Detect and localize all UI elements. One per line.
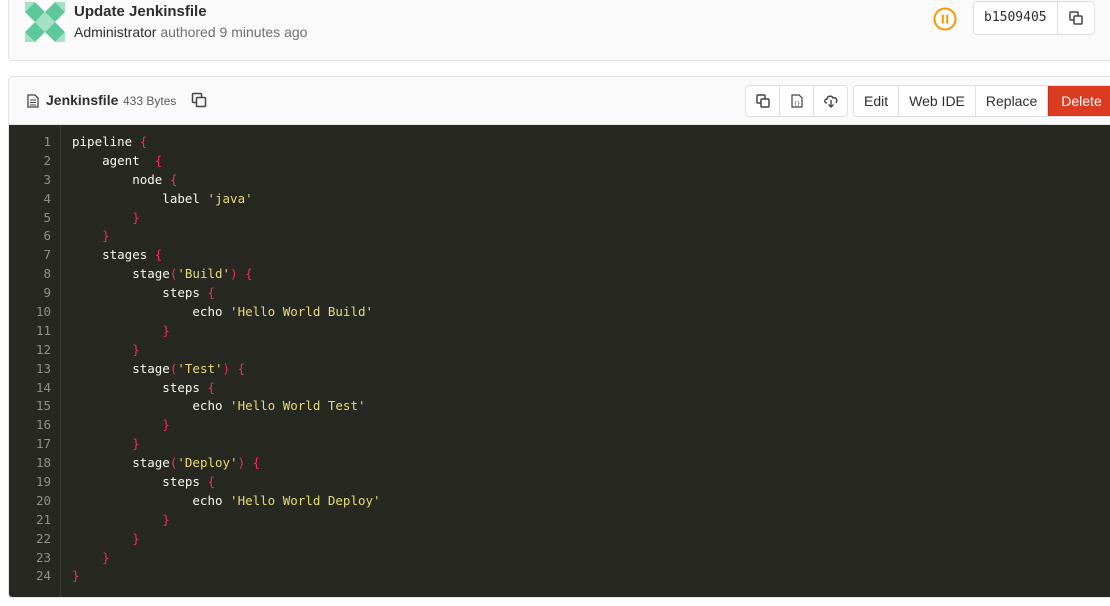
line-number[interactable]: 6 (9, 227, 60, 246)
code-line: } (132, 209, 140, 225)
code-line: steps { (72, 474, 215, 490)
code-line: stage('Test') { (72, 360, 246, 376)
line-number[interactable]: 20 (9, 492, 60, 511)
line-number[interactable]: 16 (9, 416, 60, 435)
open-raw-button[interactable]: {} (780, 86, 814, 116)
pipeline-paused-icon[interactable] (933, 7, 957, 31)
line-number[interactable]: 9 (9, 284, 60, 303)
file-icon-buttons: {} (745, 85, 848, 117)
line-number[interactable]: 11 (9, 322, 60, 341)
line-number[interactable]: 3 (9, 171, 60, 190)
line-number[interactable]: 7 (9, 246, 60, 265)
edit-button[interactable]: Edit (854, 86, 900, 116)
line-number[interactable]: 19 (9, 473, 60, 492)
copy-source-button[interactable] (746, 86, 780, 116)
avatar[interactable] (25, 2, 65, 42)
code-line: } (132, 341, 140, 357)
web-ide-button[interactable]: Web IDE (899, 86, 976, 116)
code-line: } (162, 511, 170, 527)
copy-sha-button[interactable] (1058, 2, 1094, 34)
code-line: echo 'Hello World Test' (72, 398, 366, 414)
line-number[interactable]: 1 (9, 133, 60, 152)
line-number[interactable]: 4 (9, 190, 60, 209)
line-number[interactable]: 10 (9, 303, 60, 322)
code-content[interactable]: pipeline { agent { node { label 'java' }… (61, 125, 381, 597)
code-line: } (132, 436, 140, 452)
commit-title[interactable]: Update Jenkinsfile (74, 3, 207, 20)
copy-file-path-icon[interactable] (191, 92, 207, 108)
code-line: stage('Build') { (72, 266, 253, 282)
line-number[interactable]: 17 (9, 435, 60, 454)
line-number[interactable]: 12 (9, 341, 60, 360)
code-line: node { (72, 171, 178, 187)
download-icon (823, 95, 837, 108)
code-line: } (162, 322, 170, 338)
copy-icon (1068, 11, 1083, 25)
line-number[interactable]: 15 (9, 397, 60, 416)
line-number[interactable]: 18 (9, 454, 60, 473)
commit-sha-group: b1509405 (973, 1, 1095, 35)
line-number[interactable]: 24 (9, 567, 60, 586)
commit-info-bar: Update Jenkinsfile Administrator authore… (8, 0, 1110, 61)
file-text-icon (27, 94, 39, 108)
code-line: steps { (72, 379, 215, 395)
commit-sha[interactable]: b1509405 (974, 2, 1058, 34)
code-line: } (102, 228, 110, 244)
line-number[interactable]: 13 (9, 360, 60, 379)
file-size: 433 Bytes (123, 94, 177, 108)
copy-source-icon (755, 94, 770, 108)
code-line: stage('Deploy') { (72, 455, 261, 471)
code-line: label 'java' (72, 190, 253, 206)
code-line: echo 'Hello World Deploy' (72, 492, 381, 508)
file-header: Jenkinsfile 433 Bytes {} Edit Web IDE Re… (9, 77, 1110, 125)
code-line: } (72, 568, 80, 584)
commit-meta: Administrator authored 9 minutes ago (74, 24, 307, 40)
line-number[interactable]: 22 (9, 530, 60, 549)
code-line: } (132, 530, 140, 546)
code-line: stages { (72, 247, 163, 263)
download-button[interactable] (814, 86, 847, 116)
code-line: echo 'Hello World Build' (72, 304, 374, 320)
line-numbers: 1 2 3 4 5 6 7 8 9 10 11 12 13 14 15 16 17 18 19 20 21 22 23 24 (9, 125, 61, 597)
file-name: Jenkinsfile (46, 92, 119, 108)
line-number[interactable]: 8 (9, 265, 60, 284)
code-viewer: 1 2 3 4 5 6 7 8 9 10 11 12 13 14 15 16 17 18 19 20 21 22 23 24 … (9, 125, 1110, 597)
commit-time: authored 9 minutes ago (160, 24, 308, 40)
file-holder: Jenkinsfile 433 Bytes {} Edit Web IDE Re… (8, 76, 1110, 598)
line-number[interactable]: 21 (9, 511, 60, 530)
code-line: agent { (72, 152, 163, 168)
replace-button[interactable]: Replace (976, 86, 1049, 116)
code-line: } (102, 549, 110, 565)
line-number[interactable]: 2 (9, 152, 60, 171)
line-number[interactable]: 5 (9, 209, 60, 228)
delete-button[interactable]: Delete (1048, 86, 1110, 116)
code-line: pipeline { (72, 134, 148, 149)
commit-author[interactable]: Administrator (74, 24, 156, 40)
raw-file-icon: {} (790, 94, 803, 108)
code-line: steps { (72, 285, 215, 301)
line-number[interactable]: 14 (9, 379, 60, 398)
svg-text:{}: {} (794, 101, 800, 107)
file-action-buttons: Edit Web IDE Replace Delete (853, 85, 1110, 117)
line-number[interactable]: 23 (9, 549, 60, 568)
code-line: } (162, 417, 170, 433)
